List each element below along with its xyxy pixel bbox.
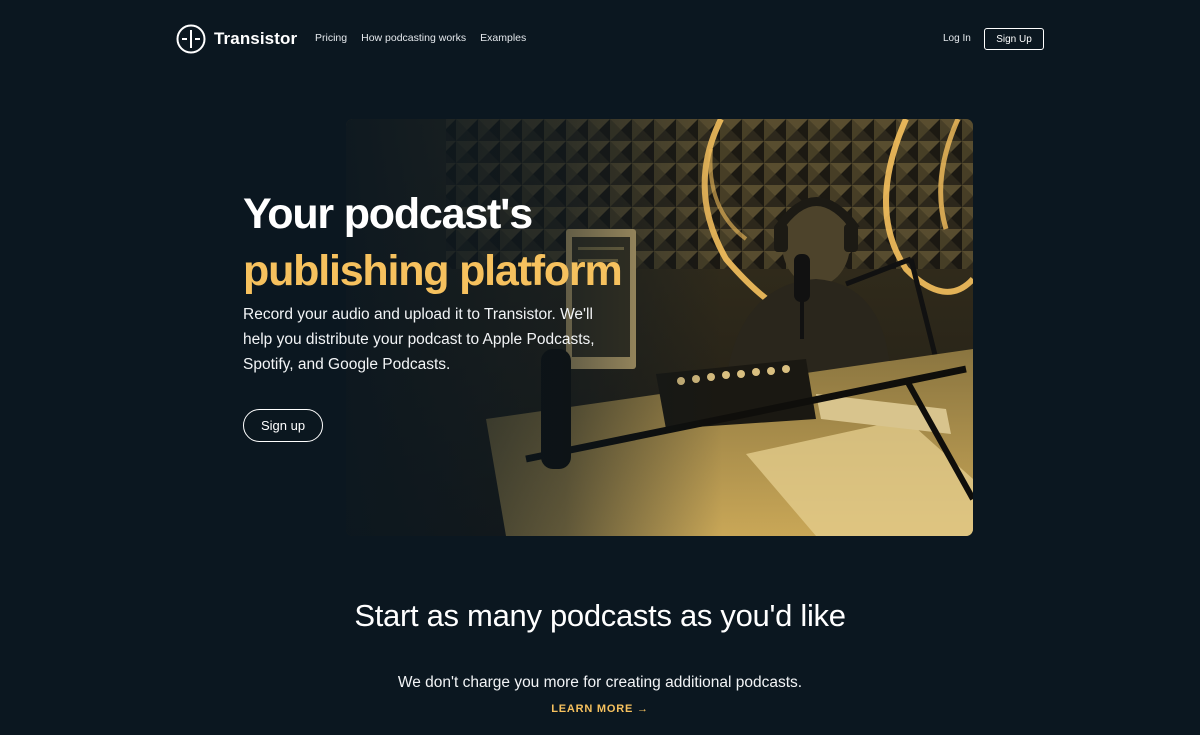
brand-name: Transistor — [214, 29, 298, 48]
feature-subtitle: We don't charge you more for creating ad… — [397, 674, 803, 691]
hero-signup-button[interactable]: Sign up — [243, 409, 323, 442]
transistor-logo-icon — [176, 24, 206, 54]
top-nav: Transistor Pricing How podcasting works … — [0, 0, 1200, 80]
hero-title-line2: publishing platform — [243, 247, 623, 295]
signup-button[interactable]: Sign Up — [984, 28, 1044, 50]
hero-title: Your podcast's publishing platform — [243, 186, 623, 300]
nav-links: Pricing How podcasting works Examples — [315, 32, 526, 44]
brand[interactable]: Transistor — [176, 24, 297, 54]
nav-link-examples[interactable]: Examples — [480, 32, 526, 44]
nav-link-pricing[interactable]: Pricing — [315, 32, 347, 44]
login-link[interactable]: Log In — [943, 33, 971, 44]
learn-more-link[interactable]: LEARN MORE → — [0, 703, 1200, 715]
hero-subtitle: Record your audio and upload it to Trans… — [243, 306, 595, 373]
feature-title: Start as many podcasts as you'd like — [354, 598, 846, 633]
page: Transistor Pricing How podcasting works … — [0, 0, 1200, 735]
hero-title-line1: Your podcast's — [243, 190, 533, 238]
nav-link-how-podcasting-works[interactable]: How podcasting works — [361, 32, 466, 44]
